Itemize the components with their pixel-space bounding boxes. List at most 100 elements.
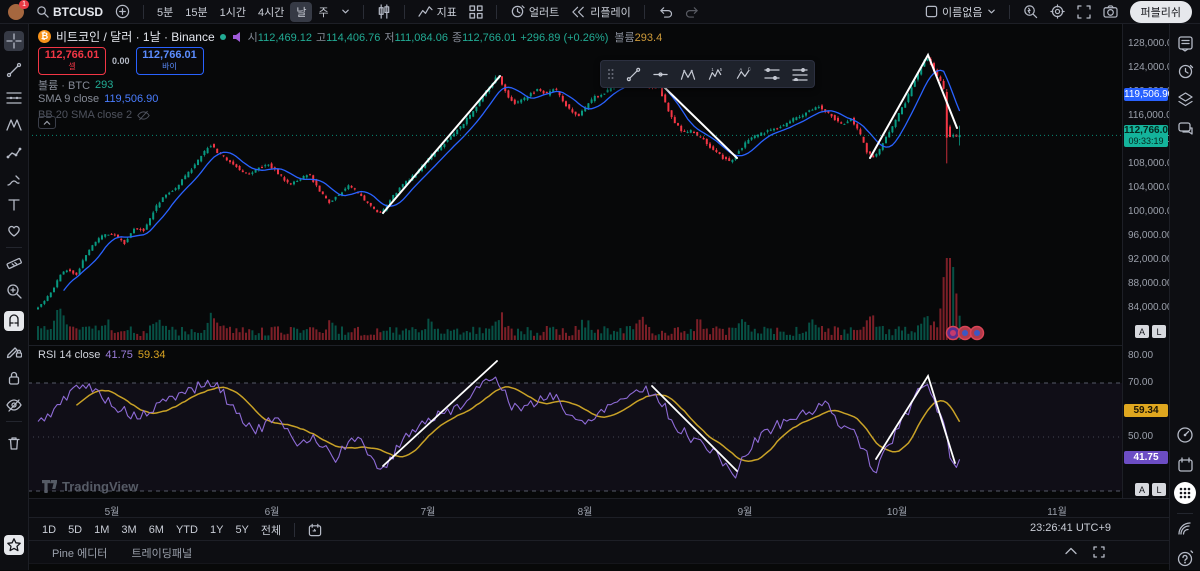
buy-button[interactable]: 112,766.01 바이	[136, 47, 204, 75]
main-chart-pane[interactable]: ₿ 비트코인 / 달러 · 1날 · Binance 시112,469.12고1…	[28, 23, 1122, 345]
publish-button[interactable]: 퍼블리쉬	[1130, 1, 1192, 23]
pattern-tool[interactable]	[4, 115, 24, 135]
text-tool[interactable]	[4, 195, 24, 215]
trend-line-tool[interactable]	[4, 60, 24, 80]
trend-line-drawing[interactable]	[383, 76, 500, 213]
hide-all-drawings-tool[interactable]	[4, 395, 24, 415]
emoji-sticker[interactable]	[947, 327, 960, 340]
notification-badge: 1	[19, 0, 29, 9]
quick-search-button[interactable]	[1017, 2, 1044, 21]
chat-button[interactable]	[1175, 118, 1195, 138]
compare-add-button[interactable]	[109, 2, 136, 21]
drawing-mode-lock-tool[interactable]	[4, 341, 24, 361]
watchlist-button[interactable]	[1175, 33, 1195, 53]
brush-tool[interactable]	[4, 170, 24, 190]
go-to-date-button[interactable]	[302, 521, 328, 539]
fav-xabcd-pattern-icon[interactable]	[680, 67, 696, 82]
object-tree-button[interactable]	[1175, 89, 1195, 109]
fav-elliott-impulse-icon[interactable]: 15	[708, 67, 724, 82]
range-3M[interactable]: 3M	[115, 522, 142, 538]
chart-style-button[interactable]	[371, 2, 397, 21]
emoji-sticker[interactable]	[959, 327, 972, 340]
zoom-in-tool[interactable]	[4, 281, 24, 301]
chart-legend[interactable]: ₿ 비트코인 / 달러 · 1날 · Binance 시112,469.12고1…	[38, 28, 662, 45]
sma-indicator-row[interactable]: SMA 9 close 119,506.90	[38, 93, 158, 105]
emoji-sticker[interactable]	[971, 327, 984, 340]
lock-icon	[6, 370, 22, 386]
rsi-legend-row[interactable]: RSI 14 close 41.75 59.34	[38, 349, 165, 361]
measure-tool[interactable]	[4, 253, 24, 273]
screener-gauge-button[interactable]	[1175, 425, 1195, 445]
timeframe-1시간[interactable]: 1시간	[214, 2, 252, 22]
volume-indicator-row[interactable]: 볼륨 · BTC 293	[38, 77, 113, 93]
range-1D[interactable]: 1D	[36, 522, 62, 538]
rsi-pane[interactable]: RSI 14 close 41.75 59.34 TradingView	[28, 345, 1122, 499]
fullscreen-button[interactable]	[1071, 3, 1097, 21]
help-button[interactable]	[1175, 548, 1195, 568]
ideas-stream-icon[interactable]	[231, 31, 243, 43]
indicators-button[interactable]: 지표	[412, 2, 463, 22]
range-1Y[interactable]: 1Y	[204, 522, 229, 538]
timeframe-5분[interactable]: 5분	[151, 2, 179, 22]
undo-button[interactable]	[652, 4, 679, 20]
log-scale-button[interactable]: L	[1152, 325, 1166, 338]
crosshair-tool[interactable]	[4, 31, 24, 51]
emoji-tool[interactable]	[4, 221, 24, 241]
screenshot-button[interactable]	[1097, 3, 1124, 20]
redo-button[interactable]	[679, 4, 706, 20]
auto-scale-button[interactable]: A	[1135, 325, 1149, 338]
fav-elliott-correction-icon[interactable]: AC	[736, 67, 752, 82]
timeframe-4시간[interactable]: 4시간	[252, 2, 290, 22]
tab-pine-editor[interactable]: Pine 에디터	[52, 545, 107, 561]
fib-retracement-tool[interactable]	[4, 88, 24, 108]
session-clock[interactable]: 23:26:41 UTC+9	[1030, 522, 1111, 534]
range-1M[interactable]: 1M	[88, 522, 115, 538]
alert-button[interactable]: 얼러트	[504, 2, 565, 22]
time-axis[interactable]: 5월6월7월8월9월10월11월	[28, 498, 1122, 518]
save-layout-button[interactable]: 이름없음	[919, 2, 1001, 22]
log-scale-button[interactable]: L	[1152, 483, 1166, 496]
fav-short-position-icon[interactable]	[792, 67, 808, 81]
range-YTD[interactable]: YTD	[170, 522, 204, 538]
timeframe-15분[interactable]: 15분	[179, 2, 213, 22]
favorite-drawings-toolbar[interactable]: 15 AC	[600, 60, 815, 88]
timeframe-menu-arrow[interactable]	[335, 5, 356, 18]
alerts-panel-button[interactable]	[1175, 61, 1195, 81]
sell-button[interactable]: 112,766.01 셀	[38, 47, 106, 75]
rsi-chart[interactable]	[28, 346, 1122, 499]
drag-handle-icon[interactable]	[607, 68, 614, 80]
prediction-tool[interactable]	[4, 143, 24, 163]
favorites-toolbar-toggle[interactable]	[4, 535, 24, 555]
range-5Y[interactable]: 5Y	[229, 522, 254, 538]
symbol-search-button[interactable]: BTCUSD	[30, 3, 109, 21]
timeframe-날[interactable]: 날	[290, 2, 312, 22]
eye-hidden-icon[interactable]	[137, 110, 150, 121]
layout-templates-button[interactable]	[463, 3, 489, 21]
magnet-mode-toggle[interactable]	[4, 311, 24, 331]
fav-long-position-icon[interactable]	[764, 67, 780, 81]
range-5D[interactable]: 5D	[62, 522, 88, 538]
trend-line-drawing[interactable]	[662, 85, 737, 158]
range-6M[interactable]: 6M	[143, 522, 170, 538]
auto-scale-button[interactable]: A	[1135, 483, 1149, 496]
trend-line-drawing[interactable]	[870, 55, 957, 158]
tab-trading-panel[interactable]: 트레이딩패널	[131, 545, 192, 561]
price-axis[interactable]: 128,000.00124,000.00120,000.00116,000.00…	[1122, 23, 1170, 345]
rsi-axis[interactable]: 80.0070.0050.0059.3441.75AL	[1122, 345, 1170, 498]
replay-button[interactable]: 리플레이	[565, 2, 636, 22]
calendar-button[interactable]	[1175, 454, 1195, 474]
legend-title[interactable]: 비트코인 / 달러 · 1날 · Binance	[56, 28, 215, 45]
news-feed-button[interactable]	[1175, 519, 1195, 539]
fav-trend-line-icon[interactable]	[626, 67, 641, 82]
panel-expand-button[interactable]	[1065, 546, 1077, 558]
apps-menu-button[interactable]	[1174, 482, 1196, 504]
user-avatar[interactable]: 1	[8, 4, 24, 20]
timeframe-주[interactable]: 주	[312, 2, 334, 22]
settings-button[interactable]	[1044, 2, 1071, 21]
fav-horizontal-line-icon[interactable]	[653, 67, 668, 82]
range-전체[interactable]: 전체	[255, 520, 287, 540]
panel-maximize-button[interactable]	[1093, 546, 1105, 561]
legend-collapse-button[interactable]	[38, 116, 56, 129]
lock-all-drawings-tool[interactable]	[4, 368, 24, 388]
remove-drawings-tool[interactable]	[4, 433, 24, 453]
